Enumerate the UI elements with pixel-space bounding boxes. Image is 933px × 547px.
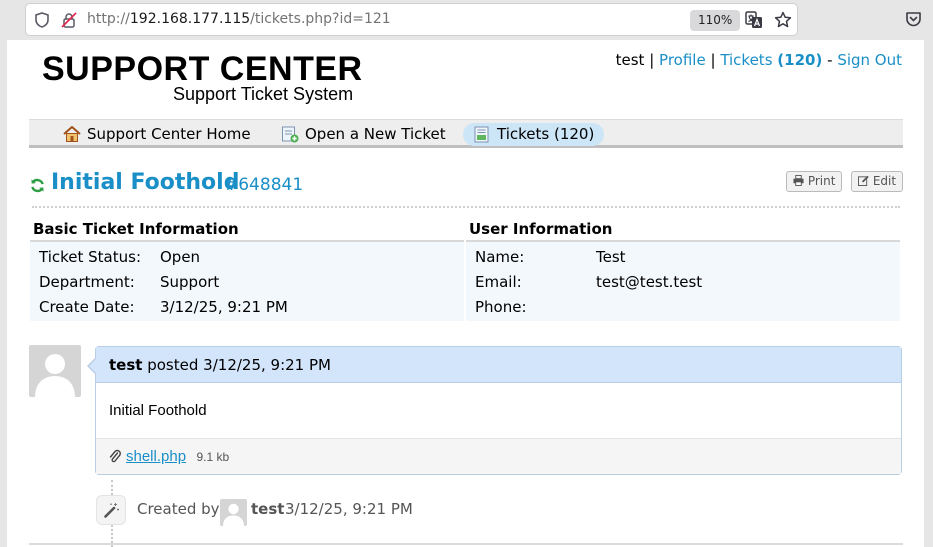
logo-subtitle: Support Ticket System [173, 84, 354, 104]
message-attachments: shell.php 9.1 kb [96, 438, 901, 474]
profile-link[interactable]: Profile [659, 51, 706, 69]
nav-new-ticket-label: Open a New Ticket [305, 125, 446, 143]
info-row: Email: test@test.test [466, 270, 900, 295]
new-ticket-icon [282, 126, 299, 143]
url-scheme: http:// [87, 11, 130, 27]
event-badge [96, 495, 126, 525]
divider [32, 206, 900, 208]
page-content: SUPPORT CENTER Support Ticket System tes… [7, 40, 924, 547]
username: test [615, 51, 645, 69]
edit-icon [858, 175, 869, 186]
tickets-count: (120) [777, 51, 823, 69]
sign-out-link[interactable]: Sign Out [837, 51, 902, 69]
basic-info-body: Ticket Status: Open Department: Support … [30, 242, 464, 321]
bookmark-star-icon[interactable] [774, 11, 792, 29]
url-text[interactable]: http://192.168.177.115/tickets.php?id=12… [87, 11, 391, 27]
edit-label: Edit [872, 174, 897, 188]
pocket-icon[interactable] [905, 11, 922, 28]
address-bar[interactable]: http://192.168.177.115/tickets.php?id=12… [25, 3, 798, 36]
url-host: 192.168.177.115 [129, 11, 251, 27]
event-avatar [220, 499, 247, 526]
nav-open-new-ticket[interactable]: Open a New Ticket [271, 123, 456, 146]
zoom-badge[interactable]: 110% [690, 10, 741, 31]
info-label: Email: [475, 273, 522, 291]
user-info-heading: User Information [466, 217, 900, 242]
refresh-icon[interactable] [30, 178, 45, 193]
name-value: Test [596, 248, 626, 266]
attachment-size: 9.1 kb [196, 450, 230, 464]
avatar [29, 345, 81, 397]
paperclip-icon [109, 449, 121, 463]
home-icon [63, 126, 81, 142]
shield-icon[interactable] [34, 12, 50, 28]
separator: | [649, 51, 655, 69]
edit-button[interactable]: Edit [851, 171, 904, 192]
user-links: test | Profile | Tickets (120) - Sign Ou… [616, 51, 902, 69]
logo[interactable]: SUPPORT CENTER Support Ticket System [42, 50, 363, 104]
message-date: 3/12/25, 9:21 PM [203, 356, 331, 374]
info-row: Department: Support [30, 270, 464, 295]
attachment-link[interactable]: shell.php [126, 448, 186, 465]
bottom-divider [29, 543, 903, 545]
thread-message: test posted 3/12/25, 9:21 PM Initial Foo… [87, 346, 902, 475]
nav-tickets-label: Tickets (120) [497, 125, 595, 143]
tickets-link[interactable]: Tickets (120) [720, 51, 822, 69]
email-value: test@test.test [596, 273, 703, 291]
info-label: Name: [475, 248, 525, 266]
user-silhouette-icon [223, 503, 244, 526]
magic-wand-icon [104, 503, 119, 518]
nav-home[interactable]: Support Center Home [53, 123, 261, 146]
info-label: Ticket Status: [39, 248, 141, 266]
tickets-link-label: Tickets [720, 51, 773, 69]
user-information: User Information Name: Test Email: test@… [466, 217, 900, 321]
ticket-number: #648841 [224, 175, 304, 195]
message-header: test posted 3/12/25, 9:21 PM [96, 347, 901, 383]
info-label: Create Date: [39, 298, 135, 316]
tickets-icon [474, 126, 489, 143]
translate-icon[interactable] [745, 11, 763, 29]
user-silhouette-icon [35, 354, 75, 397]
message-pointer-inner [89, 358, 97, 374]
print-button[interactable]: Print [786, 171, 843, 192]
info-row: Name: Test [466, 245, 900, 270]
info-label: Phone: [475, 298, 527, 316]
print-icon [793, 175, 804, 186]
user-info-body: Name: Test Email: test@test.test Phone: [466, 242, 900, 321]
print-label: Print [807, 174, 836, 188]
department-value: Support [160, 273, 220, 291]
info-row: Ticket Status: Open [30, 245, 464, 270]
main-nav: Support Center Home Open a New Ticket Ti… [29, 119, 903, 148]
event-date: 3/12/25, 9:21 PM [285, 500, 413, 518]
basic-info-heading: Basic Ticket Information [30, 217, 464, 242]
browser-toolbar: http://192.168.177.115/tickets.php?id=12… [0, 0, 933, 40]
nav-home-label: Support Center Home [87, 125, 251, 143]
basic-ticket-info: Basic Ticket Information Ticket Status: … [30, 217, 464, 321]
message-body: Initial Foothold [109, 402, 207, 419]
insecure-lock-icon[interactable] [61, 12, 77, 28]
event-created-by: Created by [137, 500, 220, 518]
ticket-status-value: Open [160, 248, 201, 266]
separator: - [827, 51, 833, 69]
create-date-value: 3/12/25, 9:21 PM [160, 298, 288, 316]
message-author: test [109, 356, 143, 374]
separator: | [710, 51, 716, 69]
event-user: test [251, 500, 285, 518]
info-label: Department: [39, 273, 135, 291]
url-path: /tickets.php?id=121 [250, 11, 391, 27]
message-posted: posted [147, 356, 199, 374]
nav-tickets[interactable]: Tickets (120) [463, 123, 605, 146]
info-row: Create Date: 3/12/25, 9:21 PM [30, 295, 464, 320]
info-row: Phone: [466, 295, 900, 320]
ticket-subject[interactable]: Initial Foothold [51, 170, 239, 195]
logo-title: SUPPORT CENTER [42, 50, 363, 88]
